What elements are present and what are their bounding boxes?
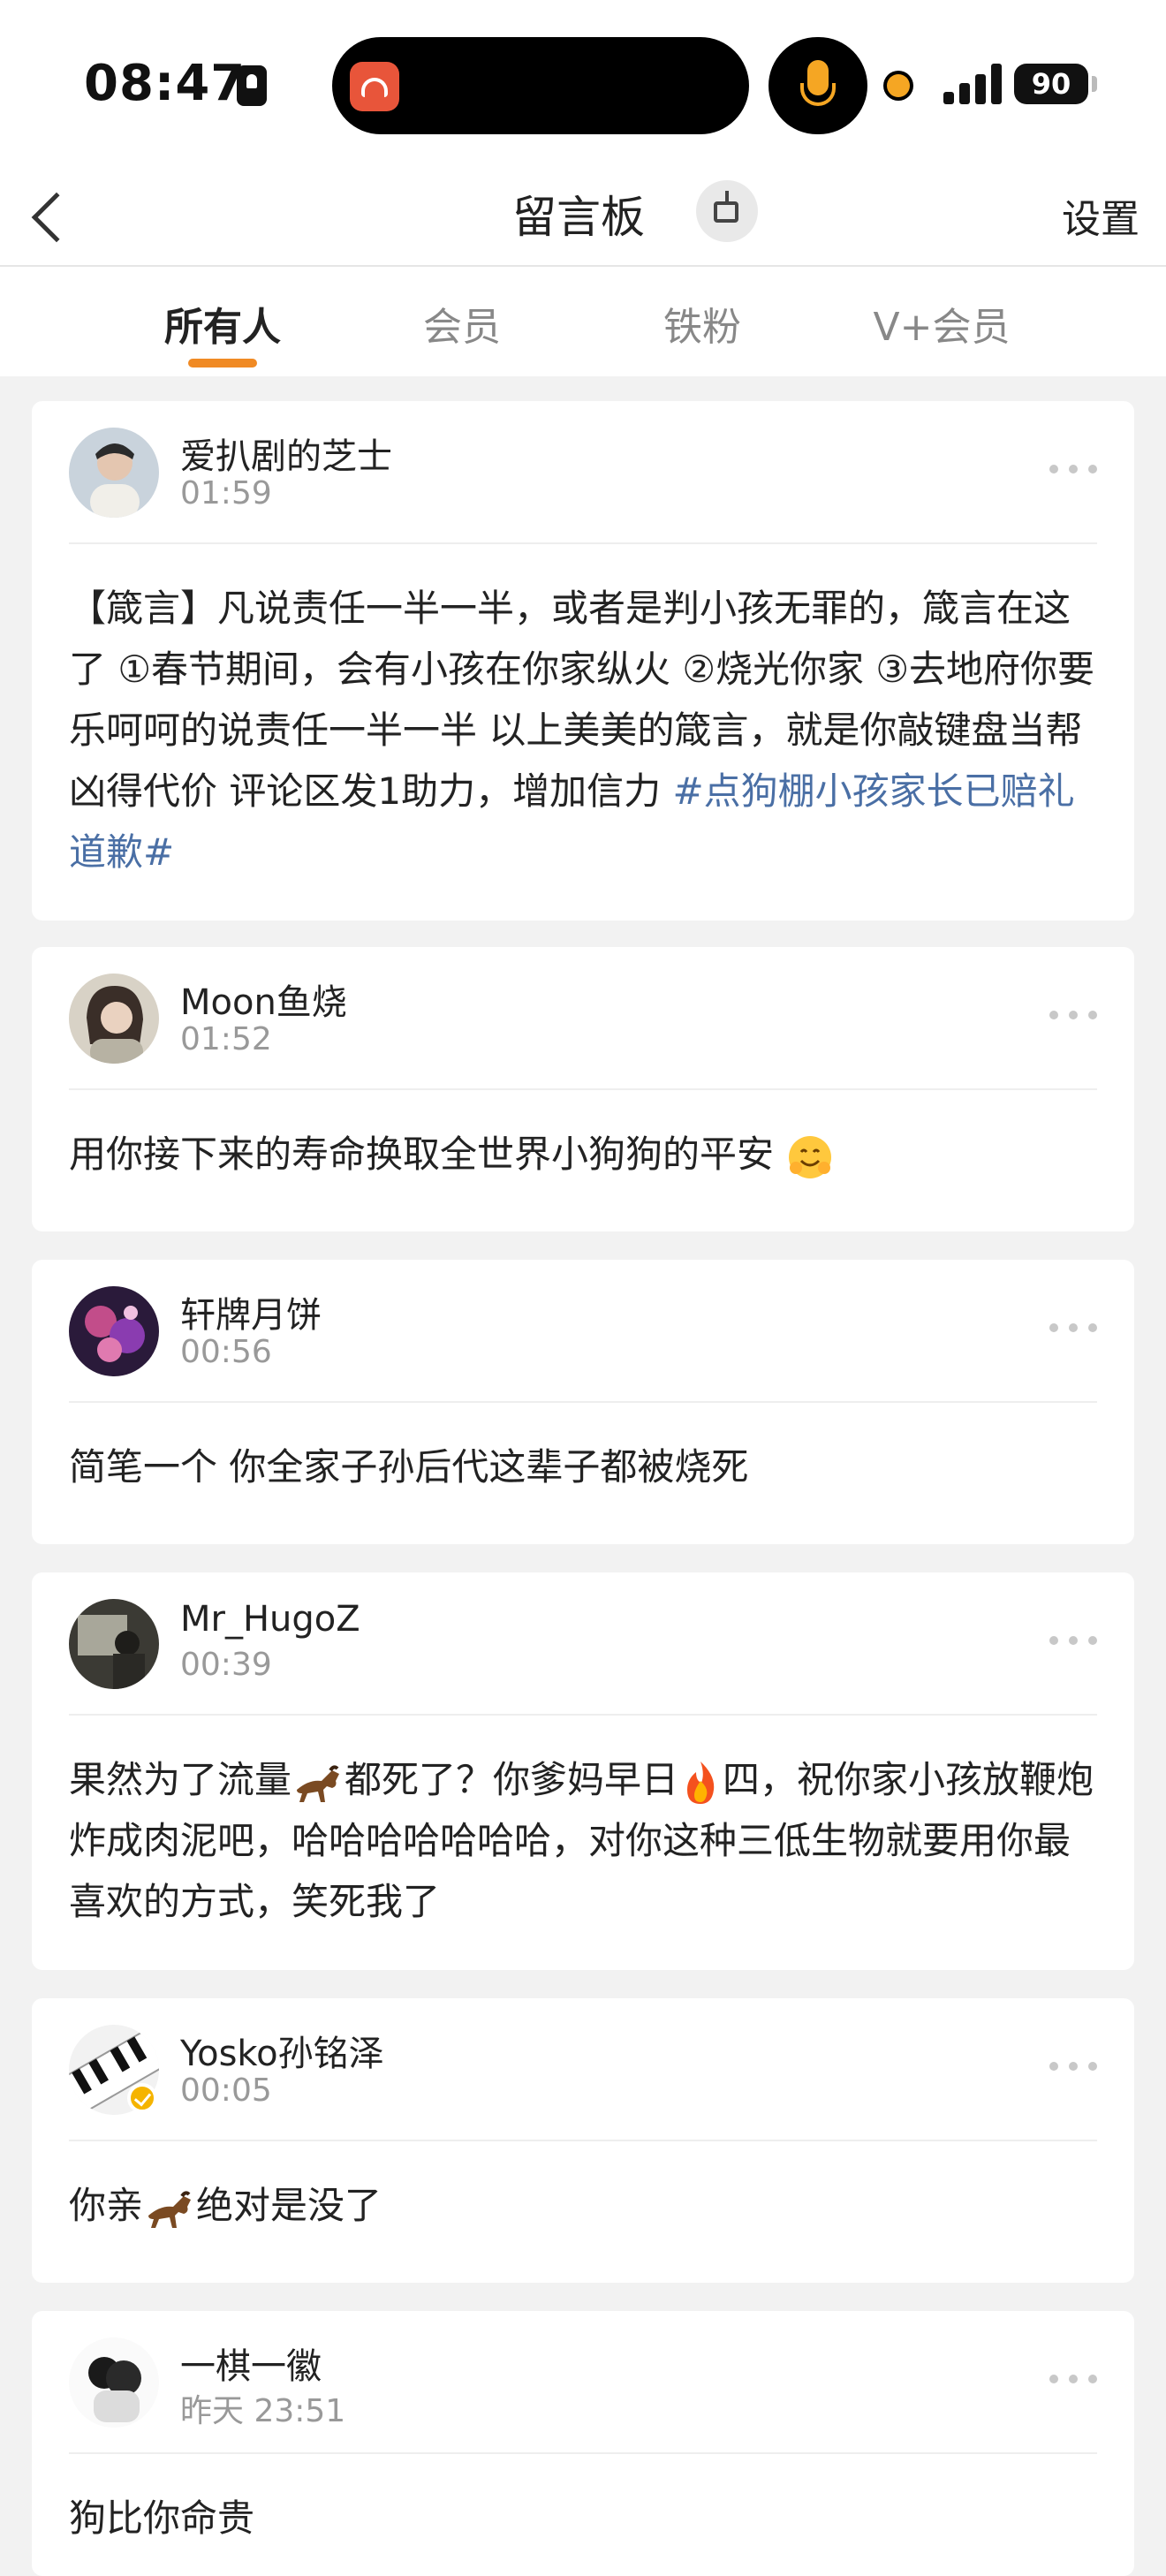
divider (69, 2140, 1097, 2141)
comment-text: 用你接下来的寿命换取全世界小狗狗的平安 (69, 1124, 1097, 1185)
recording-dot-icon (887, 74, 910, 97)
username[interactable]: 轩牌月饼 (180, 1286, 322, 1337)
tab-members[interactable]: 会员 (347, 295, 577, 352)
comment-body: 简笔一个 你全家子孙后代这辈子都被烧死 (69, 1445, 749, 1489)
comment-body: 用你接下来的寿命换取全世界小狗狗的平安 (69, 1133, 775, 1176)
mic-indicator[interactable] (768, 37, 867, 134)
verified-badge-icon (127, 2083, 157, 2113)
avatar[interactable] (69, 428, 159, 518)
mic-icon (800, 60, 836, 106)
broom-icon[interactable] (696, 180, 758, 242)
more-icon[interactable] (1049, 1634, 1099, 1647)
username[interactable]: Mr_HugoZ (180, 1599, 360, 1640)
more-icon[interactable] (1049, 463, 1099, 475)
avatar[interactable] (69, 2337, 159, 2428)
tab-bar: 所有人 会员 铁粉 V+会员 (0, 267, 1166, 376)
status-time: 08:47 (84, 55, 246, 112)
more-icon[interactable] (1049, 1322, 1099, 1334)
timestamp: 01:59 (180, 475, 272, 511)
more-icon[interactable] (1049, 1009, 1099, 1021)
comment-text: 狗比你命贵 (69, 2488, 1097, 2549)
timestamp: 00:05 (180, 2072, 272, 2109)
comment-body-part: 都死了？你爹妈早日 (344, 1758, 679, 1801)
nav-bar: 留言板 设置 (0, 168, 1166, 267)
active-tab-indicator (188, 359, 257, 367)
timestamp: 00:56 (180, 1334, 272, 1370)
comment-body-part: 绝对是没了 (196, 2184, 382, 2227)
timestamp: 00:39 (180, 1647, 272, 1683)
comment-card: Yosko孙铭泽 00:05 你亲 绝对是没了 (32, 1998, 1134, 2283)
more-icon[interactable] (1049, 2373, 1099, 2385)
page-title: 留言板 (512, 192, 645, 243)
tab-vplus[interactable]: V+会员 (827, 295, 1056, 352)
divider (69, 1714, 1097, 1716)
comment-card: Moon鱼烧 01:52 用你接下来的寿命换取全世界小狗狗的平安 (32, 947, 1134, 1231)
divider (69, 2452, 1097, 2454)
comment-body-part: 你亲 (69, 2184, 144, 2227)
comment-card: Mr_HugoZ 00:39 果然为了流量 都死了？你爹妈早日 四，祝你家小孩放鞭炮… (32, 1572, 1134, 1970)
tab-all[interactable]: 所有人 (108, 295, 337, 352)
timestamp: 01:52 (180, 1021, 272, 1057)
comment-card: 爱扒剧的芝士 01:59 【箴言】凡说责任一半一半，或者是判小孩无罪的，箴言在这… (32, 401, 1134, 921)
tab-fans[interactable]: 铁粉 (587, 295, 817, 352)
lock-icon (237, 65, 267, 106)
horse-emoji (297, 1764, 340, 1802)
settings-button[interactable]: 设置 (1062, 187, 1140, 244)
comment-text: 你亲 绝对是没了 (69, 2175, 1097, 2236)
username[interactable]: 爱扒剧的芝士 (180, 428, 392, 479)
timestamp: 昨天 23:51 (180, 2393, 346, 2429)
comment-body-part: 果然为了流量 (69, 1758, 292, 1801)
comment-text: 简笔一个 你全家子孙后代这辈子都被烧死 (69, 1436, 1097, 1497)
username[interactable]: 一棋一徽 (180, 2337, 322, 2389)
comment-text: 【箴言】凡说责任一半一半，或者是判小孩无罪的，箴言在这了 ①春节期间，会有小孩在… (69, 578, 1097, 883)
comment-card: 一棋一徽 昨天 23:51 狗比你命贵 (32, 2311, 1134, 2576)
app-icon[interactable] (350, 62, 399, 111)
battery-icon: 90 (1014, 64, 1097, 104)
comment-text: 果然为了流量 都死了？你爹妈早日 四，祝你家小孩放鞭炮炸成肉泥吧，哈哈哈哈哈哈哈，对… (69, 1749, 1097, 1932)
more-icon[interactable] (1049, 2060, 1099, 2072)
divider (69, 1401, 1097, 1403)
divider (69, 542, 1097, 544)
status-bar: 08:47 90 (0, 0, 1166, 168)
username[interactable]: Yosko孙铭泽 (180, 2025, 384, 2076)
back-icon[interactable] (31, 192, 82, 243)
hugging-face-emoji (789, 1135, 832, 1178)
fire-emoji (687, 1761, 715, 1804)
horse-emoji (148, 2190, 192, 2228)
comment-card: 轩牌月饼 00:56 简笔一个 你全家子孙后代这辈子都被烧死 (32, 1260, 1134, 1544)
dynamic-island[interactable] (332, 37, 749, 134)
signal-icon (943, 64, 1002, 104)
username[interactable]: Moon鱼烧 (180, 974, 347, 1025)
divider (69, 1088, 1097, 1090)
avatar[interactable] (69, 1286, 159, 1376)
avatar[interactable] (69, 1599, 159, 1689)
avatar[interactable] (69, 974, 159, 1064)
